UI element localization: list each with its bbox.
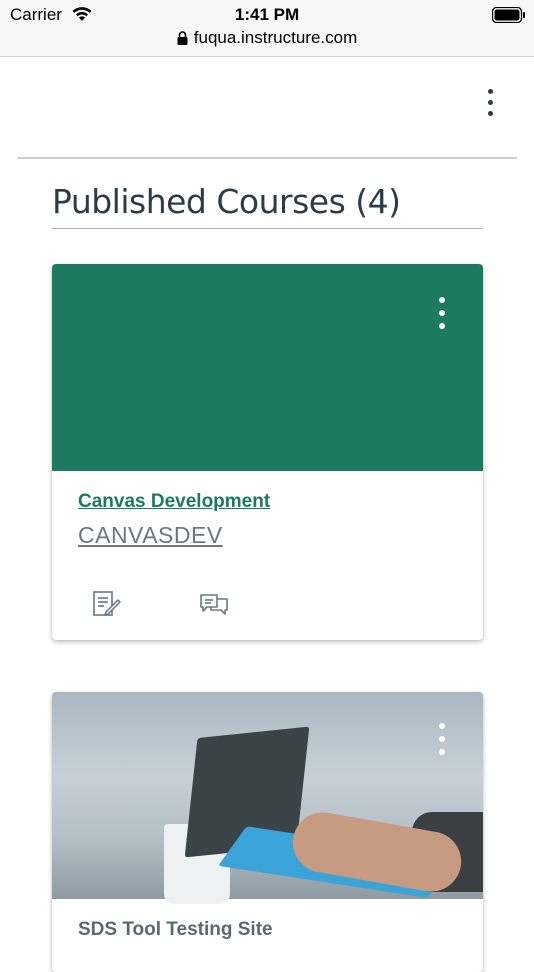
page-title: Published Courses (4) <box>52 182 401 221</box>
more-vertical-icon <box>432 720 452 755</box>
lock-icon <box>177 30 188 50</box>
course-card[interactable]: Canvas Development CANVASDEV <box>52 264 483 640</box>
more-vertical-icon <box>476 86 504 116</box>
more-vertical-icon <box>432 294 452 329</box>
battery-icon <box>491 6 526 28</box>
course-card-options-button[interactable] <box>432 294 452 329</box>
course-card-color-header[interactable] <box>52 264 483 471</box>
title-divider <box>52 228 483 229</box>
course-card-image[interactable] <box>52 692 483 904</box>
status-bar: Carrier 1:41 PM <box>0 0 534 30</box>
page-options-menu-button[interactable] <box>476 86 504 118</box>
course-code-link[interactable]: CANVASDEV <box>78 522 223 549</box>
url-text: fuqua.instructure.com <box>193 28 358 47</box>
course-name-link[interactable]: SDS Tool Testing Site <box>78 919 273 941</box>
course-card-options-button[interactable] <box>432 720 452 755</box>
assignments-icon[interactable] <box>92 589 122 619</box>
status-time: 1:41 PM <box>234 5 300 24</box>
course-card[interactable]: SDS Tool Testing Site <box>52 692 483 972</box>
discussions-icon[interactable] <box>199 589 229 619</box>
header-divider <box>18 157 517 159</box>
course-name-link[interactable]: Canvas Development <box>78 491 270 513</box>
url-bar[interactable]: fuqua.instructure.com <box>0 28 534 57</box>
